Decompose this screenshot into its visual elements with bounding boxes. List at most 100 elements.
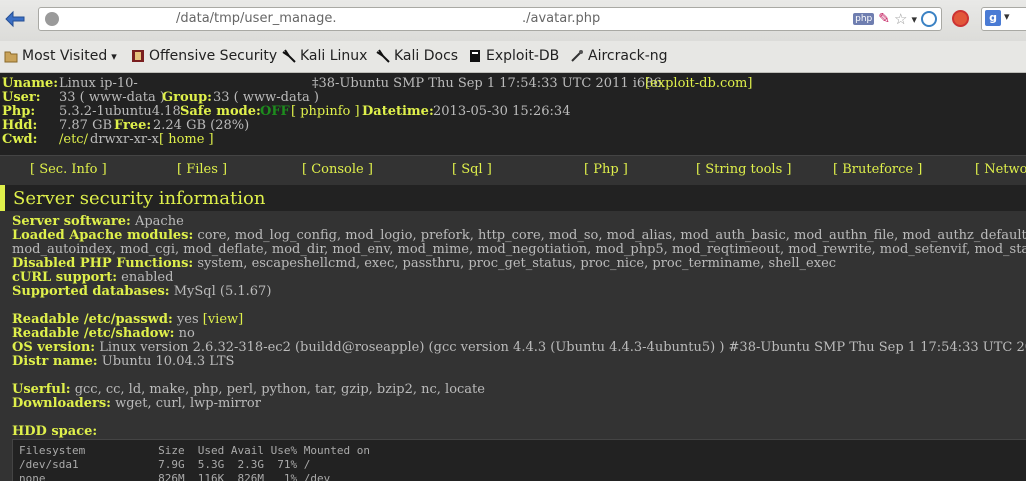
php-version: 5.3.2-1ubuntu4.18 xyxy=(59,104,181,119)
menu-network[interactable]: [ Network ] xyxy=(975,162,1026,177)
bookmark-label: Aircrack-ng xyxy=(588,48,668,64)
useful-value: gcc, cc, ld, make, php, perl, python, ta… xyxy=(74,382,485,397)
url-text-left: /data/tmp/user_manage. xyxy=(176,11,337,26)
uname-value-right: ‡38-Ubuntu SMP Thu Sep 1 17:54:33 UTC 20… xyxy=(312,76,662,91)
distr-row: Distr name: Ubuntu 10.04.3 LTS xyxy=(12,355,234,369)
disabled-functions-label: Disabled PHP Functions: xyxy=(12,256,194,271)
menu-console[interactable]: [ Console ] xyxy=(302,162,373,177)
menu-php[interactable]: [ Php ] xyxy=(584,162,628,177)
reload-icon[interactable] xyxy=(921,11,937,27)
search-engine-dropdown-icon[interactable]: ▾ xyxy=(1004,10,1010,23)
hdd-space-label: HDD space: xyxy=(12,424,98,439)
group-value: 33 ( www-data ) xyxy=(213,90,319,105)
apache-modules-row: Loaded Apache modules: core, mod_log_con… xyxy=(12,229,1026,243)
hdd-label: Hdd: xyxy=(2,118,38,133)
databases-label: Supported databases: xyxy=(12,284,170,299)
passwd-value: yes xyxy=(176,312,199,327)
aircrack-icon xyxy=(571,50,583,62)
apache-modules-row-cont: mod_autoindex, mod_cgi, mod_deflate, mod… xyxy=(12,243,1026,257)
bookmark-offensive-security[interactable]: Offensive Security xyxy=(131,48,277,64)
curl-support-row: cURL support: enabled xyxy=(12,271,173,285)
menu-sec-info[interactable]: [ Sec. Info ] xyxy=(30,162,107,177)
disabled-functions-value: system, escapeshellcmd, exec, passthru, … xyxy=(197,256,837,271)
server-software-label: Server software: xyxy=(12,214,131,229)
bookmark-label: Most Visited xyxy=(22,48,108,64)
menu-files[interactable]: [ Files ] xyxy=(177,162,227,177)
section-header: Server security information xyxy=(0,185,1026,211)
curl-support-label: cURL support: xyxy=(12,270,117,285)
bookmark-label: Offensive Security xyxy=(149,48,278,64)
page-title: Server security information xyxy=(13,188,266,209)
cwd-path-link[interactable]: /etc/ xyxy=(59,133,88,147)
os-version-label: OS version: xyxy=(12,340,96,355)
menu-bruteforce[interactable]: [ Bruteforce ] xyxy=(833,162,922,177)
search-engine-box[interactable]: g ▾ xyxy=(981,7,1026,31)
menu-sql[interactable]: [ Sql ] xyxy=(452,162,492,177)
shadow-row: Readable /etc/shadow: no xyxy=(12,327,195,341)
databases-value: MySql (5.1.67) xyxy=(173,284,272,299)
disabled-functions-row: Disabled PHP Functions: system, escapesh… xyxy=(12,257,836,271)
databases-row: Supported databases: MySql (5.1.67) xyxy=(12,285,271,299)
shadow-label: Readable /etc/shadow: xyxy=(12,326,175,341)
server-software-value: Apache xyxy=(134,214,184,229)
server-software-row: Server software: Apache xyxy=(12,215,184,229)
os-version-value: Linux version 2.6.32-318-ec2 (buildd@ros… xyxy=(99,340,1026,355)
distr-value: Ubuntu 10.04.3 LTS xyxy=(101,354,235,369)
uname-value-left: Linux ip-10- xyxy=(59,76,138,91)
cwd-permissions: drwxr-xr-x xyxy=(90,132,159,147)
history-dropdown-icon[interactable]: ▾ xyxy=(911,13,917,26)
df-output: Filesystem Size Used Avail Use% Mounted … xyxy=(12,439,1026,481)
main-content: Server security information Server softw… xyxy=(0,182,1026,481)
useful-row: Userful: gcc, cc, ld, make, php, perl, p… xyxy=(12,383,485,397)
free-label: Free: xyxy=(114,118,152,133)
bookmark-kali-docs[interactable]: Kali Docs xyxy=(376,48,458,64)
back-arrow-icon[interactable] xyxy=(4,7,28,31)
bookmark-label: Kali Linux xyxy=(300,48,368,64)
df-header-line: Filesystem Size Used Avail Use% Mounted … xyxy=(19,444,370,457)
offsec-icon xyxy=(132,50,144,62)
apache-modules-value-cont: mod_autoindex, mod_cgi, mod_deflate, mod… xyxy=(12,242,1026,257)
bookmark-exploit-db[interactable]: Exploit-DB xyxy=(468,48,559,64)
downloaders-label: Downloaders: xyxy=(12,396,111,411)
datetime-value: 2013-05-30 15:26:34 xyxy=(433,104,571,119)
df-line: none 826M 116K 826M 1% /dev xyxy=(19,472,331,481)
view-passwd-link[interactable]: [view] xyxy=(203,312,243,327)
feather-addon-icon[interactable]: ✎ xyxy=(878,10,890,28)
hdd-space-row: HDD space: xyxy=(12,425,97,439)
exploit-db-link[interactable]: [exploit-db.com] xyxy=(645,77,752,91)
df-line: /dev/sda1 7.9G 5.3G 2.3G 71% / xyxy=(19,458,311,471)
group-label: Group: xyxy=(162,90,212,105)
useful-label: Userful: xyxy=(12,382,71,397)
noscript-icon[interactable] xyxy=(952,10,969,27)
downloaders-row: Downloaders: wget, curl, lwp-mirror xyxy=(12,397,261,411)
bookmark-aircrack-ng[interactable]: Aircrack-ng xyxy=(570,48,668,64)
phpinfo-link[interactable]: [ phpinfo ] xyxy=(291,105,360,119)
bookmark-kali-linux[interactable]: Kali Linux xyxy=(282,48,367,64)
safe-mode-value: OFF xyxy=(260,104,290,119)
bookmark-label: Exploit-DB xyxy=(486,48,560,64)
cwd-label: Cwd: xyxy=(2,132,38,147)
apache-modules-value: core, mod_log_config, mod_logio, prefork… xyxy=(197,228,1026,243)
safe-mode-label: Safe mode: xyxy=(180,104,261,119)
bookmark-most-visited[interactable]: Most Visited ▾ xyxy=(4,48,117,64)
kali-dragon-icon xyxy=(282,49,296,63)
url-text-right: ./avatar.php xyxy=(522,11,601,26)
php-addon-icon[interactable]: php xyxy=(853,13,875,25)
bookmark-label: Kali Docs xyxy=(394,48,459,64)
shell-menu: [ Sec. Info ] [ Files ] [ Console ] [ Sq… xyxy=(0,155,1026,183)
uname-label: Uname: xyxy=(2,76,59,91)
hdd-value: 7.87 GB xyxy=(59,118,113,133)
shadow-value: no xyxy=(178,326,195,341)
url-bar[interactable]: /data/tmp/user_manage. ./avatar.php php … xyxy=(38,7,942,31)
bookmark-star-icon[interactable]: ☆ xyxy=(894,10,907,28)
home-link[interactable]: [ home ] xyxy=(159,133,214,147)
os-version-row: OS version: Linux version 2.6.32-318-ec2… xyxy=(12,341,1026,355)
user-label: User: xyxy=(2,90,41,105)
user-value: 33 ( www-data ) xyxy=(59,90,165,105)
site-identity-icon[interactable] xyxy=(45,12,59,26)
exploit-db-icon xyxy=(470,50,480,62)
google-icon[interactable]: g xyxy=(985,10,1001,26)
menu-string-tools[interactable]: [ String tools ] xyxy=(696,162,791,177)
php-label: Php: xyxy=(2,104,36,119)
shell-header: Uname: Linux ip-10- ‡38-Ubuntu SMP Thu S… xyxy=(0,73,1026,155)
